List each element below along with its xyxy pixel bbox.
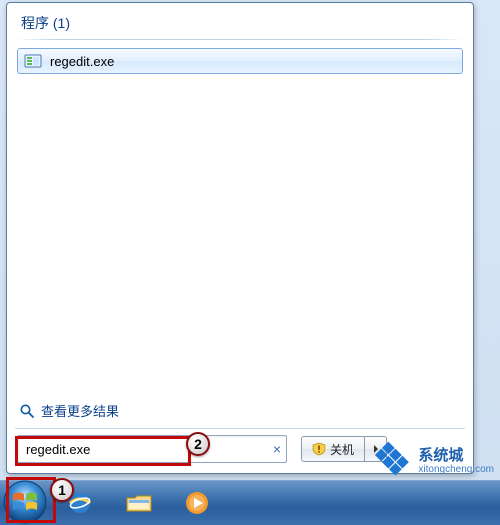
watermark-brand: 系统城 — [418, 447, 463, 464]
header-divider — [17, 39, 463, 40]
callout-1: 1 — [50, 478, 74, 502]
folder-icon — [124, 489, 154, 517]
start-menu-panel: 程序 (1) regedit.exe 查看更多结果 — [6, 2, 474, 474]
bottom-divider — [15, 428, 465, 429]
taskbar-item-media-player[interactable] — [172, 483, 222, 523]
shutdown-button[interactable]: 关机 — [301, 436, 365, 462]
results-header: 程序 (1) — [7, 3, 473, 37]
shutdown-label: 关机 — [330, 441, 354, 458]
watermark: 系统城 xitongcheng.com — [376, 444, 494, 475]
regedit-icon — [24, 52, 42, 70]
search-icon — [19, 403, 35, 419]
shutdown-split-button: 关机 — [301, 436, 387, 462]
watermark-url: xitongcheng.com — [418, 465, 494, 475]
results-header-text: 程序 (1) — [21, 15, 70, 31]
taskbar — [0, 480, 500, 525]
result-item-regedit[interactable]: regedit.exe — [17, 48, 463, 74]
watermark-logo-icon — [375, 440, 415, 480]
result-item-label: regedit.exe — [50, 54, 114, 69]
screenshot-canvas: 程序 (1) regedit.exe 查看更多结果 — [0, 0, 500, 525]
search-input[interactable] — [17, 435, 287, 463]
taskbar-item-explorer[interactable] — [114, 483, 164, 523]
results-empty-area — [7, 74, 473, 395]
search-wrap: × — [17, 435, 287, 463]
start-button[interactable] — [2, 479, 48, 525]
see-more-results-link[interactable]: 查看更多结果 — [7, 395, 473, 428]
see-more-results-label: 查看更多结果 — [41, 401, 119, 420]
callout-2: 2 — [186, 432, 210, 456]
media-player-icon — [182, 489, 212, 517]
shield-alert-icon — [312, 442, 326, 456]
clear-search-button[interactable]: × — [273, 441, 281, 457]
